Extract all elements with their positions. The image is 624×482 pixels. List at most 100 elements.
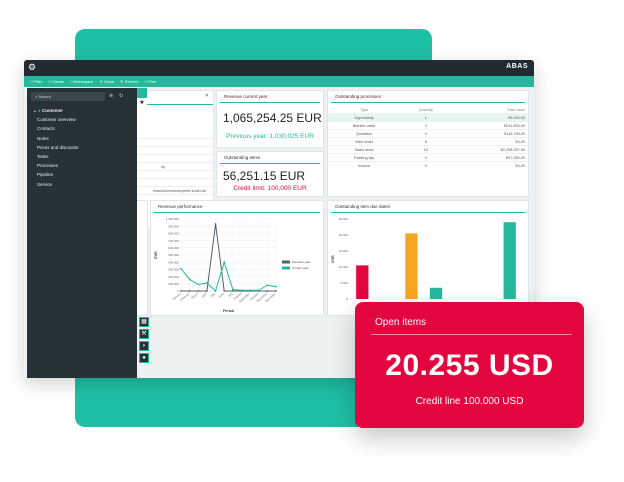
panel-title: Revenue performance <box>154 201 320 213</box>
sidebar-item-prices-and-discounts[interactable]: Prices and discounts <box>33 143 133 152</box>
table-row[interactable]: Packing slip 4 €97,060.00 <box>328 153 528 162</box>
revenue-performance-panel: Revenue performance 0 100,000 200,000 300,0… <box>150 200 324 316</box>
panel-title: Outstanding item due dates <box>331 201 525 213</box>
data-point <box>266 290 269 292</box>
toolbar-item[interactable]: □ Create <box>48 79 64 84</box>
outstanding-processes-panel: Outstanding processes Type Quantity Tota… <box>327 90 529 197</box>
wrench-icon[interactable]: ⚒ <box>139 329 149 339</box>
table-row[interactable]: Blanket order 2 €241,550.00 <box>328 121 528 130</box>
data-point <box>223 290 226 292</box>
due-dates-panel: Outstanding item due dates 0 5,000 10,000 1… <box>327 200 529 316</box>
list-item <box>131 139 213 147</box>
cell-quantity: 0 <box>400 161 452 169</box>
cell-total: €2,258,257.50 <box>451 145 528 154</box>
y-tick-label: 200,000 <box>168 275 179 279</box>
list-item <box>131 147 213 155</box>
series-line <box>181 223 276 292</box>
gear-icon[interactable]: ⚙ <box>28 62 36 73</box>
legend-label: Previous year <box>292 260 310 264</box>
toolbar-item[interactable]: □ Filter <box>30 79 42 84</box>
cell-total: €0.00 <box>451 137 528 146</box>
revenue-line-chart: 0100,000200,000300,000400,000500,000600,… <box>154 217 310 313</box>
cell-type: Web order <box>328 137 401 146</box>
y-tick-label: 300,000 <box>168 268 179 272</box>
card-title: Open items <box>375 317 427 328</box>
cell-type: Invoice <box>328 161 401 169</box>
revenue-previous: Previous year: 1,030,025 EUR <box>226 133 314 140</box>
outstanding-value: 56,251.15 EUR <box>223 169 306 183</box>
user-icon[interactable]: ● <box>139 353 149 363</box>
data-point <box>188 278 191 281</box>
cell-type: Sales order <box>328 145 401 154</box>
y-tick-label: 400,000 <box>168 260 179 264</box>
sidebar-item-tasks[interactable]: Tasks <box>33 152 133 161</box>
table-row[interactable]: Web order 6 €0.00 <box>328 137 528 146</box>
table-row[interactable]: Invoice 0 €0.00 <box>328 161 528 169</box>
sidebar-item-processes[interactable]: Processes <box>33 161 133 170</box>
y-tick-label: 15,000 <box>339 249 349 253</box>
data-point <box>188 290 191 292</box>
due-dates-bar-chart: 0 5,000 10,000 15,000 20,000 25,000 EUR <box>331 217 522 301</box>
data-point <box>206 290 208 292</box>
sidebar-toggle[interactable] <box>137 88 147 98</box>
sidebar-item-pipeline[interactable]: Pipeline <box>33 170 133 179</box>
bar <box>356 265 369 299</box>
x-tick-label: February <box>179 291 191 302</box>
data-point <box>214 290 217 292</box>
toolbar-item[interactable]: ✕ Close <box>99 79 114 84</box>
table-row[interactable]: Quotation 4 €116,790.00 <box>328 129 528 138</box>
customer-icon: ● <box>38 108 41 113</box>
toolbar-item[interactable]: □ Print <box>145 79 157 84</box>
y-tick-label: 500,000 <box>168 253 179 257</box>
cell-total: €5,000.00 <box>451 113 528 122</box>
sidebar-item-notes[interactable]: Notes <box>33 134 133 143</box>
list-item[interactable]: maschinenbauexperte-suder.de <box>131 187 213 195</box>
side-action-bar: ▦ ⚒ ◗ ● <box>139 317 150 365</box>
star-icon[interactable]: ★ <box>137 98 147 108</box>
y-tick-label: 900,000 <box>168 224 179 228</box>
open-items-value: 20.255 USD <box>385 349 554 382</box>
cell-total: €116,790.00 <box>451 129 528 138</box>
data-point <box>197 290 200 292</box>
toolbar-item[interactable]: □ Workspace <box>70 79 93 84</box>
card-divider <box>371 334 572 335</box>
table-row[interactable]: Sales order 10 €2,258,257.50 <box>328 145 528 154</box>
filter-icon[interactable]: ⊜ <box>109 93 113 99</box>
panel-title: Outstanding items <box>220 152 320 164</box>
search-input[interactable]: ⌕ Search <box>31 92 105 101</box>
grid-icon[interactable]: ▦ <box>139 317 149 327</box>
credit-limit: Credit limit: 100,000 EUR <box>233 185 307 192</box>
marketing-stage: ⚙ ABAS □ Filter □ Create □ Workspace ✕ C… <box>0 0 624 482</box>
sidebar-item-customer[interactable]: ⌄ ● Customer <box>33 106 133 115</box>
list-item <box>131 179 213 187</box>
cell-type: Opportunity <box>328 113 401 122</box>
data-point <box>231 288 234 291</box>
close-icon[interactable]: ✕ <box>205 93 209 99</box>
cell-quantity: 6 <box>400 137 452 146</box>
sidebar-item-contacts[interactable]: Contacts <box>33 124 133 133</box>
table-header-row: Type Quantity Total value <box>328 106 528 114</box>
table-row[interactable]: Opportunity 1 €5,000.00 <box>328 113 528 122</box>
sidebar-item-service[interactable]: Service <box>33 180 133 189</box>
cell-total: €0.00 <box>451 161 528 169</box>
sidebar-item-customer-overview[interactable]: Customer overview <box>33 115 133 124</box>
x-tick-label: April <box>201 291 208 298</box>
cell-type: Packing slip <box>328 153 401 162</box>
refresh-icon[interactable]: ↻ <box>119 93 123 99</box>
search-icon: ⌕ <box>35 94 38 99</box>
top-bar: ⚙ ABAS <box>24 60 534 76</box>
revenue-panel: Revenue current year 1,065,254.25 EUR Pr… <box>216 90 324 148</box>
y-axis-label: EUR <box>154 251 158 259</box>
brand-logo: ABAS <box>506 63 528 70</box>
y-tick-label: 25,000 <box>339 217 349 221</box>
bar <box>503 222 516 299</box>
sidebar: ⌕ Search ⊜ ↻ ⌄ ● Customer Customer overv… <box>27 88 137 378</box>
data-point <box>180 290 182 292</box>
toolbar-item[interactable]: ↻ Refresh <box>120 79 138 84</box>
legend-swatch <box>282 260 290 264</box>
cell-quantity: 2 <box>400 121 452 130</box>
chat-icon[interactable]: ◗ <box>139 341 149 351</box>
cell-quantity: 10 <box>400 145 452 154</box>
x-tick-label: June <box>218 291 226 298</box>
cell-quantity: 4 <box>400 129 452 138</box>
